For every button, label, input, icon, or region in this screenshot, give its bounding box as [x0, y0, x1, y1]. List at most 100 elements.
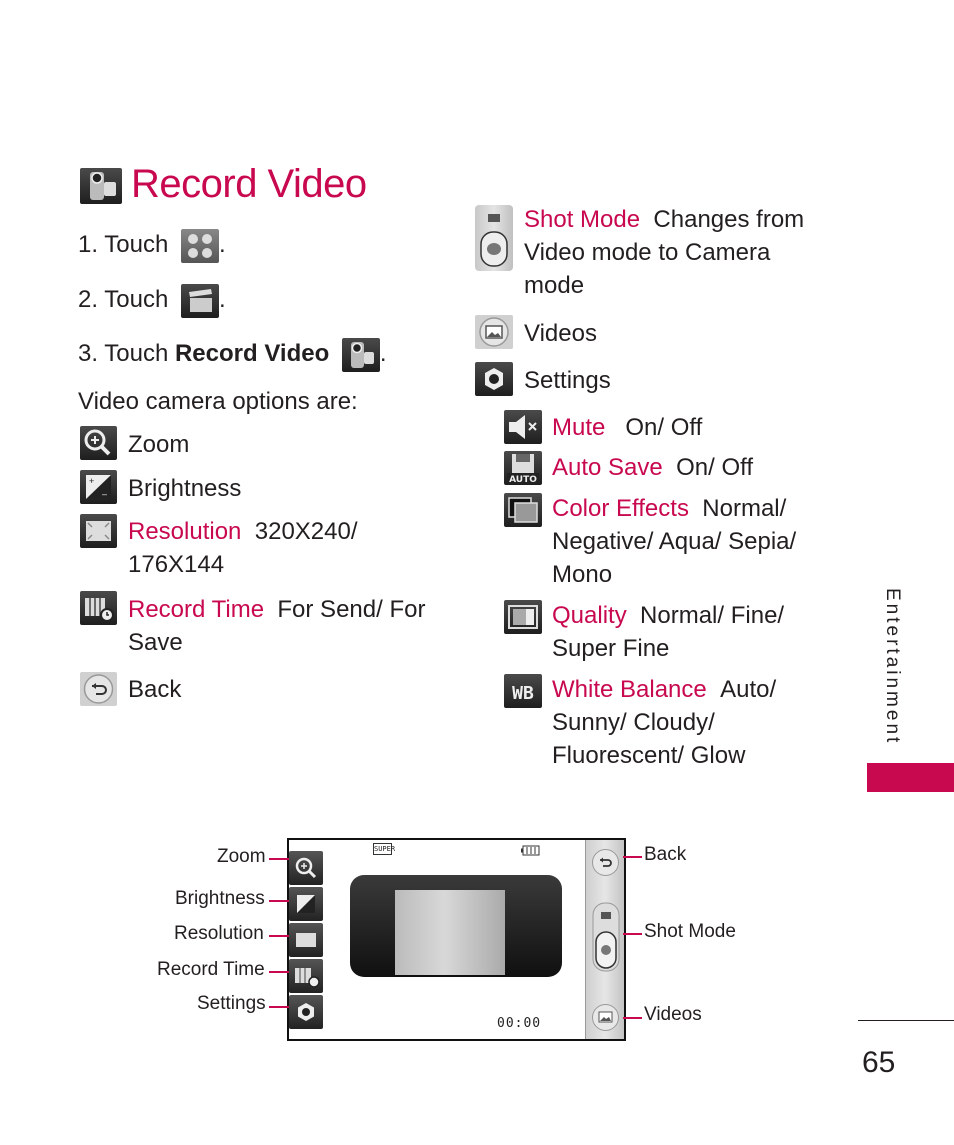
- option-record-time: Record Time For Send/ For Save: [128, 593, 425, 659]
- callout-resolution: Resolution: [174, 923, 264, 944]
- diagram-shot-mode-toggle[interactable]: [592, 902, 620, 972]
- setting-white-balance-label: White Balance: [552, 676, 707, 703]
- diagram-record-time-button[interactable]: [289, 959, 323, 993]
- quality-icon: [504, 600, 542, 634]
- callout-shot-mode: Shot Mode: [644, 921, 736, 942]
- setting-auto-save: Auto Save On/ Off: [552, 451, 753, 484]
- option-shot-mode-desc3: mode: [524, 272, 585, 299]
- setting-color-effects-label: Color Effects: [552, 495, 689, 522]
- callout-line: [269, 971, 289, 973]
- step-3: 3. Touch Record Video .: [78, 337, 387, 372]
- clapperboard-icon: [180, 283, 219, 318]
- callout-zoom: Zoom: [217, 846, 266, 867]
- menu-grid-icon: [180, 228, 219, 263]
- footer-rule: [858, 1020, 954, 1021]
- option-record-time-desc2: Save: [128, 629, 183, 656]
- callout-videos: Videos: [644, 1004, 702, 1025]
- setting-white-balance-desc3: Fluorescent/ Glow: [552, 742, 746, 769]
- diagram-zoom-button[interactable]: [289, 851, 323, 885]
- color-effects-icon: [504, 493, 542, 527]
- brightness-icon: + –: [80, 470, 117, 504]
- video-camera-icon: [80, 168, 122, 204]
- setting-white-balance-desc: Auto/: [720, 676, 777, 703]
- step-3-bold: Record Video: [174, 340, 330, 367]
- callout-line: [269, 858, 289, 860]
- callout-settings: Settings: [197, 993, 266, 1014]
- step-2-suffix: .: [218, 286, 226, 313]
- callout-line: [623, 933, 642, 935]
- option-resolution: Resolution 320X240/ 176X144: [128, 515, 358, 581]
- videos-icon: [475, 315, 513, 349]
- setting-auto-save-desc: On/ Off: [676, 454, 754, 481]
- page-number: 65: [862, 1046, 896, 1079]
- option-resolution-desc2: 176X144: [128, 551, 225, 578]
- diagram-brightness-button[interactable]: [289, 887, 323, 921]
- option-resolution-label: Resolution: [128, 518, 242, 545]
- diagram-resolution-button[interactable]: [289, 923, 323, 957]
- shot-mode-icon: [475, 205, 513, 271]
- white-balance-icon: WB: [504, 674, 542, 708]
- setting-mute-label: Mute: [552, 414, 606, 441]
- option-record-time-desc: For Send/ For: [277, 596, 426, 623]
- step-3-suffix: .: [379, 340, 387, 367]
- setting-color-effects-desc: Normal/: [702, 495, 787, 522]
- diagram-back-button[interactable]: [591, 848, 620, 877]
- step-3-text: 3. Touch: [78, 340, 169, 367]
- record-time-icon: [80, 591, 117, 625]
- option-back-label: Back: [128, 676, 182, 703]
- back-icon: [80, 672, 117, 706]
- setting-quality-desc2: Super Fine: [552, 635, 670, 662]
- callout-brightness: Brightness: [175, 888, 265, 909]
- option-videos-label: Videos: [524, 320, 597, 347]
- page-title: Record Video: [131, 162, 367, 206]
- callout-record-time: Record Time: [157, 959, 265, 980]
- setting-color-effects-desc3: Mono: [552, 561, 613, 588]
- setting-mute: Mute On/ Off: [552, 411, 702, 444]
- setting-color-effects-desc2: Negative/ Aqua/ Sepia/: [552, 528, 797, 555]
- battery-icon: [520, 843, 540, 856]
- resolution-icon: [80, 514, 117, 548]
- svg-text:–: –: [102, 489, 107, 499]
- section-tab-label: Entertainment: [882, 588, 903, 746]
- setting-quality-desc: Normal/ Fine/: [640, 602, 785, 629]
- mute-icon: [504, 410, 542, 444]
- callout-back: Back: [644, 844, 687, 865]
- record-timer: 00:00: [497, 1016, 542, 1031]
- callout-line: [269, 900, 289, 902]
- diagram-left-toolbar: [289, 848, 323, 1029]
- diagram-right-toolbar: [585, 840, 624, 1039]
- setting-auto-save-label: Auto Save: [552, 454, 663, 481]
- diagram-settings-button[interactable]: [289, 995, 323, 1029]
- callout-line: [269, 935, 289, 937]
- setting-white-balance-desc2: Sunny/ Cloudy/: [552, 709, 715, 736]
- auto-save-icon: AUTO: [504, 451, 542, 485]
- option-settings-label: Settings: [524, 367, 611, 394]
- zoom-icon: [80, 426, 117, 460]
- step-1-suffix: .: [218, 231, 226, 258]
- step-2: 2. Touch .: [78, 283, 226, 318]
- svg-text:AUTO: AUTO: [509, 475, 537, 485]
- option-shot-mode-desc: Changes from: [653, 206, 805, 233]
- quality-status-text: SUPER: [374, 845, 396, 853]
- phone-preview-screen: [395, 890, 505, 975]
- settings-icon: [475, 362, 513, 396]
- diagram-videos-button[interactable]: [591, 1003, 620, 1032]
- options-intro: Video camera options are:: [78, 388, 358, 415]
- video-camera-icon: [341, 337, 380, 372]
- setting-quality-label: Quality: [552, 602, 627, 629]
- svg-text:WB: WB: [512, 683, 534, 704]
- option-zoom-label: Zoom: [128, 431, 190, 458]
- svg-text:+: +: [89, 476, 94, 486]
- quality-status-icon: SUPER: [373, 843, 396, 855]
- callout-line: [269, 1006, 289, 1008]
- callout-line: [623, 856, 642, 858]
- setting-color-effects: Color Effects Normal/ Negative/ Aqua/ Se…: [552, 492, 796, 591]
- step-1: 1. Touch .: [78, 228, 226, 263]
- section-tab-marker: [867, 763, 954, 792]
- option-shot-mode-label: Shot Mode: [524, 206, 641, 233]
- option-shot-mode-desc2: Video mode to Camera: [524, 239, 771, 266]
- option-brightness-label: Brightness: [128, 475, 242, 502]
- option-shot-mode: Shot Mode Changes from Video mode to Cam…: [524, 203, 804, 302]
- setting-white-balance: White Balance Auto/ Sunny/ Cloudy/ Fluor…: [552, 673, 776, 772]
- step-2-text: 2. Touch: [78, 286, 169, 313]
